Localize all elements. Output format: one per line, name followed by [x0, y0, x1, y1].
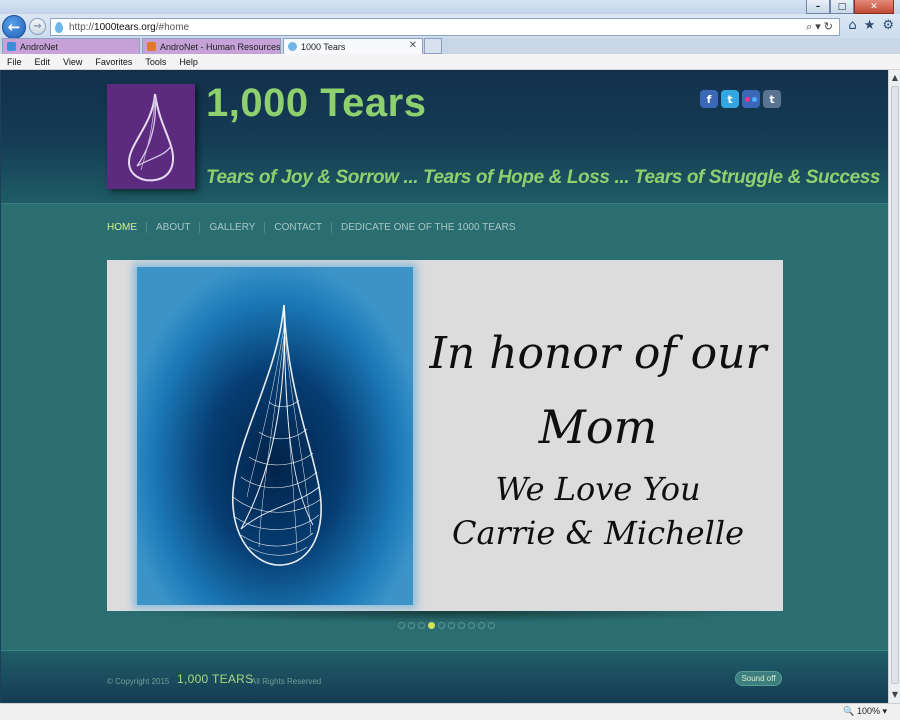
- footer-copyright: © Copyright 2015: [107, 677, 170, 686]
- tab-bar: AndroNet AndroNet - Human Resources:... …: [0, 38, 900, 54]
- slider-dot[interactable]: [438, 622, 445, 629]
- new-tab-button[interactable]: [424, 38, 442, 54]
- nav-home[interactable]: HOME: [107, 222, 146, 233]
- tab-andronet[interactable]: AndroNet: [2, 38, 140, 54]
- flickr-icon[interactable]: [742, 90, 760, 108]
- drop-favicon-icon: [288, 42, 297, 51]
- tab-label: AndroNet: [20, 41, 59, 52]
- favorites-star-icon[interactable]: ★: [864, 18, 876, 33]
- slider-dot[interactable]: [458, 622, 465, 629]
- tab-andronet-hr[interactable]: AndroNet - Human Resources:...: [142, 38, 281, 54]
- slider-dot[interactable]: [448, 622, 455, 629]
- tab-label: AndroNet - Human Resources:...: [160, 41, 281, 52]
- browser-navbar: ← → http://1000tears.org/#home ⌕▾↻ ⌂ ★ ⚙: [0, 14, 900, 39]
- slider-dot[interactable]: [488, 622, 495, 629]
- footer-brand[interactable]: 1,000 TEARS: [177, 672, 253, 686]
- window-titlebar: – □ ✕: [0, 0, 900, 14]
- slide-text-line3: We Love You: [495, 470, 701, 508]
- dropdown-icon[interactable]: ▾: [815, 20, 824, 33]
- slide-artwork: [137, 267, 413, 605]
- menu-favorites[interactable]: Favorites: [95, 57, 132, 67]
- site-tagline: Tears of Joy & Sorrow ... Tears of Hope …: [206, 167, 881, 188]
- main-navigation: HOME ABOUT GALLERY CONTACT DEDICATE ONE …: [107, 222, 525, 233]
- tab-close-icon[interactable]: ✕: [409, 40, 417, 51]
- address-tools: ⌕▾↻: [806, 20, 836, 34]
- status-bar: 🔍 100% ▾: [0, 703, 900, 720]
- nav-contact[interactable]: CONTACT: [264, 222, 331, 233]
- menu-view[interactable]: View: [63, 57, 82, 67]
- settings-gear-icon[interactable]: ⚙: [882, 18, 894, 33]
- page-viewport: 1,000 Tears Tears of Joy & Sorrow ... Te…: [0, 70, 888, 703]
- slider-pagination: [398, 622, 495, 629]
- twitter-icon[interactable]: t: [721, 90, 739, 108]
- slide-text-line4: Carrie & Michelle: [451, 514, 745, 552]
- scroll-up-icon[interactable]: ▲: [890, 72, 900, 84]
- slider-dot[interactable]: [428, 622, 435, 629]
- tear-drop-icon: [127, 93, 174, 182]
- menu-file[interactable]: File: [7, 57, 22, 67]
- slider-dot[interactable]: [478, 622, 485, 629]
- tab-label: 1000 Tears: [301, 41, 346, 52]
- address-bar[interactable]: http://1000tears.org/#home ⌕▾↻: [50, 18, 840, 36]
- close-button[interactable]: ✕: [854, 0, 894, 14]
- ie-favicon-icon: [7, 42, 16, 51]
- social-links: f t t: [700, 90, 781, 108]
- slider-dot[interactable]: [398, 622, 405, 629]
- refresh-icon[interactable]: ↻: [824, 20, 836, 33]
- site-logo[interactable]: [107, 84, 195, 189]
- slider-dot[interactable]: [408, 622, 415, 629]
- tab-1000-tears[interactable]: 1000 Tears ✕: [283, 38, 423, 54]
- site-favicon-icon: [55, 21, 63, 33]
- nav-dedicate[interactable]: DEDICATE ONE OF THE 1000 TEARS: [331, 222, 525, 233]
- browser-toolbar-icons: ⌂ ★ ⚙: [848, 18, 894, 33]
- andronet-favicon-icon: [147, 42, 156, 51]
- maximize-button[interactable]: □: [830, 0, 854, 14]
- menu-edit[interactable]: Edit: [35, 57, 51, 67]
- slider-dot[interactable]: [418, 622, 425, 629]
- zoom-level[interactable]: 🔍 100% ▾: [843, 706, 887, 717]
- slider-dot[interactable]: [468, 622, 475, 629]
- nav-about[interactable]: ABOUT: [146, 222, 199, 233]
- facebook-icon[interactable]: f: [700, 90, 718, 108]
- sound-toggle-button[interactable]: Sound off: [735, 671, 782, 686]
- slide-text-line2: Mom: [538, 400, 658, 454]
- forward-arrow-icon: →: [33, 21, 42, 32]
- site-footer: © Copyright 2015 1,000 TEARS All Rights …: [1, 650, 888, 703]
- scroll-down-icon[interactable]: ▼: [890, 689, 900, 701]
- footer-rights: All Rights Reserved: [251, 677, 322, 686]
- window-controls: – □ ✕: [806, 0, 894, 14]
- slide-text-line1: In honor of our: [429, 328, 767, 379]
- wireframe-tear-icon: [232, 304, 322, 566]
- back-button[interactable]: ←: [2, 15, 26, 39]
- back-arrow-icon: ←: [7, 18, 21, 36]
- hero-slide[interactable]: In honor of our Mom We Love You Carrie &…: [107, 260, 783, 611]
- nav-gallery[interactable]: GALLERY: [199, 222, 264, 233]
- menu-tools[interactable]: Tools: [145, 57, 166, 67]
- search-icon[interactable]: ⌕: [806, 20, 815, 33]
- tumblr-icon[interactable]: t: [763, 90, 781, 108]
- site-header: 1,000 Tears Tears of Joy & Sorrow ... Te…: [1, 70, 888, 204]
- menu-bar: File Edit View Favorites Tools Help: [0, 54, 900, 70]
- site-title[interactable]: 1,000 Tears: [206, 81, 426, 126]
- home-icon[interactable]: ⌂: [848, 18, 856, 33]
- zoom-magnifier-icon: 🔍: [843, 706, 855, 716]
- minimize-button[interactable]: –: [806, 0, 830, 14]
- scroll-thumb[interactable]: [891, 86, 899, 684]
- menu-help[interactable]: Help: [179, 57, 198, 67]
- forward-button[interactable]: →: [29, 18, 46, 35]
- vertical-scrollbar[interactable]: ▲ ▼: [888, 70, 900, 703]
- address-url: http://1000tears.org/#home: [69, 21, 190, 33]
